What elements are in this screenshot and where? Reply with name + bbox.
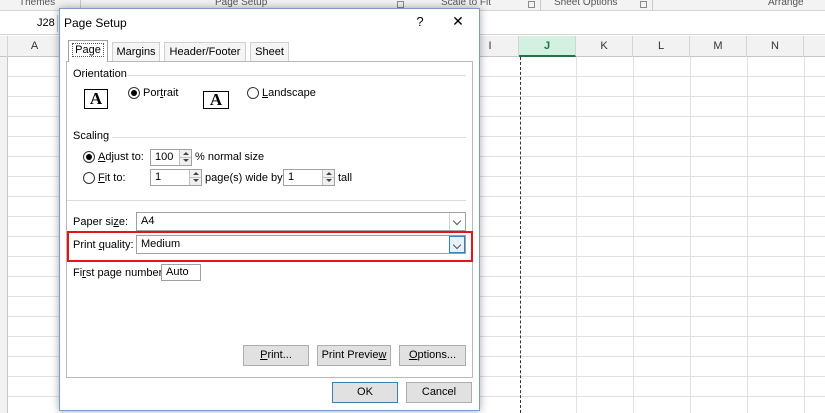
gridline	[576, 57, 577, 413]
section-divider	[112, 137, 466, 138]
page-setup-launcher-icon[interactable]	[397, 1, 404, 8]
sheet-options-launcher-icon[interactable]	[640, 1, 647, 8]
section-divider	[67, 200, 466, 201]
print-quality-select[interactable]: Medium	[136, 235, 466, 254]
select-all-corner[interactable]	[0, 36, 8, 57]
adjust-to-suffix: % normal size	[195, 151, 265, 163]
adjust-to-value[interactable]: 100	[155, 151, 173, 163]
ok-button[interactable]: OK	[332, 382, 398, 403]
chevron-down-icon[interactable]	[449, 236, 465, 253]
scaling-label: Scaling	[73, 130, 110, 142]
gridline	[690, 57, 691, 413]
row-headers[interactable]	[0, 57, 8, 413]
tab-page-label: Page	[72, 43, 104, 57]
gridline	[804, 57, 805, 413]
column-header-m[interactable]: M	[690, 36, 747, 57]
page-setup-dialog: Page Setup ? ✕ Page Margins Header/Foote…	[59, 8, 480, 411]
fit-to-radio[interactable]	[83, 172, 95, 184]
spin-up-icon[interactable]	[326, 172, 332, 175]
ribbon-group-themes: Themes	[19, 0, 56, 8]
ribbon-separator	[540, 0, 541, 11]
print-quality-label: Print quality:	[73, 239, 134, 251]
fit-to-tall-value[interactable]: 1	[288, 171, 294, 183]
help-button[interactable]: ?	[410, 13, 430, 31]
tab-page[interactable]: Page	[68, 40, 108, 62]
spin-up-icon[interactable]	[193, 172, 199, 175]
first-page-number-label: First page number:	[73, 267, 166, 279]
first-page-number-input[interactable]: Auto	[161, 264, 201, 281]
adjust-to-radio[interactable]	[83, 151, 95, 163]
dialog-titlebar[interactable]: Page Setup ? ✕	[60, 9, 479, 35]
print-preview-button[interactable]: Print Preview	[317, 345, 391, 366]
print-button[interactable]: Print...	[243, 345, 309, 366]
spin-down-icon[interactable]	[183, 159, 189, 162]
orientation-label: Orientation	[73, 68, 127, 80]
section-divider	[127, 75, 466, 76]
fit-to-tall-suffix: tall	[338, 172, 353, 184]
close-button[interactable]: ✕	[448, 12, 468, 30]
ribbon-group-scale-to-fit: Scale to Fit	[441, 0, 492, 8]
spin-down-icon[interactable]	[193, 179, 199, 182]
ribbon-separator	[652, 0, 653, 11]
chevron-down-icon[interactable]	[449, 213, 465, 230]
tab-margins[interactable]: Margins	[112, 42, 160, 61]
landscape-radio[interactable]	[247, 87, 259, 99]
paper-size-value: A4	[141, 215, 155, 227]
print-quality-value: Medium	[141, 238, 181, 250]
tab-header-footer[interactable]: Header/Footer	[164, 42, 246, 61]
portrait-radio[interactable]	[128, 87, 140, 99]
page-break-line	[520, 57, 521, 413]
spinner-buttons[interactable]	[322, 170, 334, 185]
scale-to-fit-launcher-icon[interactable]	[528, 1, 535, 8]
column-header-a[interactable]: A	[8, 36, 62, 57]
fit-to-wide-spinner[interactable]: 1	[150, 169, 202, 186]
dialog-title: Page Setup	[64, 16, 127, 30]
spin-down-icon[interactable]	[326, 179, 332, 182]
landscape-page-icon: A	[203, 89, 231, 111]
portrait-label[interactable]: Portrait	[143, 87, 178, 99]
paper-size-label: Paper size:	[73, 216, 129, 228]
options-button[interactable]: Options...	[399, 345, 466, 366]
tab-sheet[interactable]: Sheet	[250, 42, 289, 61]
cancel-button[interactable]: Cancel	[406, 382, 472, 403]
ribbon-group-page-setup: Page Setup	[215, 0, 268, 8]
spinner-buttons[interactable]	[179, 150, 191, 165]
column-header-n[interactable]: N	[747, 36, 804, 57]
column-header-l[interactable]: L	[633, 36, 690, 57]
fit-to-tall-spinner[interactable]: 1	[283, 169, 335, 186]
name-box[interactable]: J28	[0, 15, 58, 32]
spin-up-icon[interactable]	[183, 152, 189, 155]
gridline	[633, 57, 634, 413]
fit-to-label[interactable]: Fit to:	[98, 172, 126, 184]
fit-to-wide-value[interactable]: 1	[155, 171, 161, 183]
paper-size-select[interactable]: A4	[136, 212, 466, 231]
portrait-page-icon: A	[84, 89, 110, 111]
fit-to-wide-suffix: page(s) wide by	[205, 172, 283, 184]
landscape-label[interactable]: Landscape	[262, 87, 316, 99]
ribbon-group-sheet-options: Sheet Options	[554, 0, 618, 8]
spinner-buttons[interactable]	[189, 170, 201, 185]
adjust-to-label[interactable]: Adjust to:	[98, 151, 144, 163]
ribbon-group-arrange: Arrange	[768, 0, 804, 8]
adjust-to-spinner[interactable]: 100	[150, 149, 192, 166]
column-header-k[interactable]: K	[576, 36, 633, 57]
gridline	[747, 57, 748, 413]
column-header-j[interactable]: J	[519, 36, 576, 57]
